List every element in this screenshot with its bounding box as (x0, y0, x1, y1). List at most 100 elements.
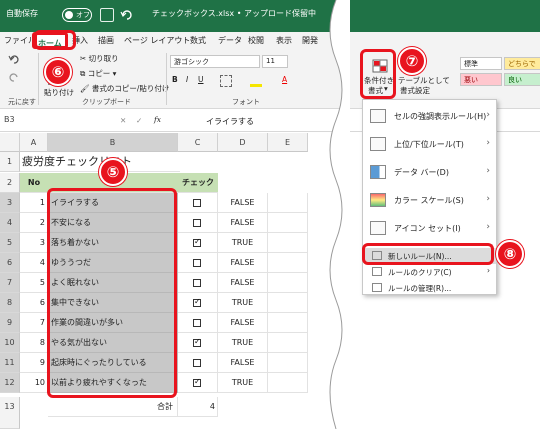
font-size-select[interactable]: 11 (262, 55, 288, 68)
copy-button[interactable]: ⧉ コピー ▾ (80, 68, 116, 79)
checkbox[interactable] (193, 199, 201, 207)
cell-value[interactable]: FALSE (218, 353, 268, 373)
row-header[interactable]: 6 (0, 253, 20, 273)
checkbox[interactable] (193, 359, 201, 367)
row-header[interactable]: 1 (0, 152, 20, 172)
format-painter-button[interactable]: 🖌 書式のコピー/貼り付け (80, 83, 169, 94)
fx-icon[interactable]: fx (154, 115, 161, 124)
cell-empty[interactable] (268, 373, 308, 393)
column-header-e[interactable]: E (268, 133, 308, 152)
style-bad[interactable]: 悪い (460, 73, 502, 86)
cancel-icon[interactable]: ✕ (120, 116, 126, 125)
cell-no[interactable]: 7 (20, 313, 48, 333)
cell-empty[interactable] (268, 313, 308, 333)
menu-item-icon-set[interactable]: アイコン セット(I) › (364, 216, 496, 242)
cell-value[interactable]: FALSE (218, 253, 268, 273)
save-icon[interactable] (100, 8, 114, 22)
column-header-a[interactable]: A (20, 133, 48, 152)
cell-no[interactable]: 6 (20, 293, 48, 313)
cell-value[interactable]: TRUE (218, 333, 268, 353)
menu-item-color-scale[interactable]: カラー スケール(S) › (364, 188, 496, 214)
tab-developer[interactable]: 開発 (302, 35, 318, 46)
font-color-icon[interactable]: A (282, 75, 287, 84)
row-header[interactable]: 2 (0, 173, 20, 193)
cell-empty[interactable] (268, 353, 308, 373)
checkbox[interactable] (193, 219, 201, 227)
name-box[interactable]: B3 (4, 115, 100, 128)
menu-item-data-bar[interactable]: データ バー(D) › (364, 160, 496, 186)
tab-review[interactable]: 校閲 (248, 35, 264, 46)
cell-no[interactable]: 3 (20, 233, 48, 253)
cell-no[interactable]: 2 (20, 213, 48, 233)
cell-value[interactable]: FALSE (218, 313, 268, 333)
cell-empty[interactable] (268, 213, 308, 233)
column-header-b[interactable]: B (48, 133, 178, 152)
italic-button[interactable]: I (186, 75, 188, 84)
row-header[interactable]: 13 (0, 397, 20, 429)
cell-no[interactable]: 10 (20, 373, 48, 393)
menu-item-highlight-rules[interactable]: セルの強調表示ルール(H) › (364, 104, 496, 130)
style-neutral[interactable]: どちらで (504, 57, 540, 70)
cell-empty[interactable] (268, 253, 308, 273)
redo-icon[interactable] (8, 71, 20, 83)
borders-icon[interactable] (220, 75, 232, 87)
formula-content[interactable]: イライラする (206, 116, 254, 127)
tab-formulas[interactable]: 数式 (190, 35, 206, 46)
cell-empty[interactable] (268, 233, 308, 253)
row-header[interactable]: 11 (0, 353, 20, 373)
checkbox[interactable] (193, 319, 201, 327)
cell-no[interactable]: 5 (20, 273, 48, 293)
checkbox[interactable] (193, 377, 201, 387)
column-header-d[interactable]: D (218, 133, 268, 152)
enter-icon[interactable]: ✓ (136, 116, 142, 125)
row-header[interactable]: 4 (0, 213, 20, 233)
style-normal[interactable]: 標準 (460, 57, 502, 70)
bold-button[interactable]: B (172, 75, 178, 84)
cell-empty[interactable] (268, 193, 308, 213)
checkbox[interactable] (193, 297, 201, 307)
cell-value[interactable]: FALSE (218, 193, 268, 213)
undo-icon[interactable] (8, 53, 20, 65)
menu-item-manage-rules[interactable]: ルールの管理(R)... (364, 280, 496, 296)
cell-no[interactable]: 8 (20, 333, 48, 353)
undo-icon[interactable] (120, 8, 134, 22)
row-header[interactable]: 12 (0, 373, 20, 393)
cell-value[interactable]: FALSE (218, 213, 268, 233)
row-header[interactable]: 10 (0, 333, 20, 353)
cut-button[interactable]: ✂ 切り取り (80, 53, 119, 64)
checkbox[interactable] (193, 337, 201, 347)
underline-button[interactable]: U (198, 75, 204, 84)
cell-value[interactable]: TRUE (218, 293, 268, 313)
row-header[interactable]: 8 (0, 293, 20, 313)
cell-value[interactable]: TRUE (218, 233, 268, 253)
menu-item-top-bottom[interactable]: 上位/下位ルール(T) › (364, 132, 496, 158)
tab-page-layout[interactable]: ページ レイアウト (124, 35, 190, 46)
menu-item-clear-rules[interactable]: ルールのクリア(C) › (364, 264, 496, 280)
autosave-toggle[interactable]: オフ (62, 8, 92, 22)
checkbox[interactable] (193, 237, 201, 247)
row-header[interactable]: 7 (0, 273, 20, 293)
tab-data[interactable]: データ (218, 35, 242, 46)
cell-empty[interactable] (268, 333, 308, 353)
column-header-c[interactable]: C (178, 133, 218, 152)
cell-no[interactable]: 4 (20, 253, 48, 273)
fill-color-icon[interactable] (250, 75, 262, 87)
row-header[interactable]: 3 (0, 193, 20, 213)
checkbox[interactable] (193, 259, 201, 267)
font-name-select[interactable]: 游ゴシック (170, 55, 260, 68)
row-header[interactable]: 9 (0, 313, 20, 333)
tab-view[interactable]: 表示 (276, 35, 292, 46)
cell-value[interactable]: TRUE (218, 373, 268, 393)
cell-no[interactable]: 9 (20, 353, 48, 373)
cell-value[interactable]: FALSE (218, 273, 268, 293)
tab-draw[interactable]: 描画 (98, 35, 114, 46)
row-header[interactable]: 5 (0, 233, 20, 253)
cell-no[interactable]: 1 (20, 193, 48, 213)
table-format-label-2[interactable]: 書式設定 (400, 85, 430, 96)
select-all-corner[interactable] (0, 133, 20, 152)
checkbox[interactable] (193, 279, 201, 287)
style-good[interactable]: 良い (504, 73, 540, 86)
cell-empty[interactable] (268, 293, 308, 313)
style-bad-label: 悪い (464, 76, 478, 84)
cell-empty[interactable] (268, 273, 308, 293)
